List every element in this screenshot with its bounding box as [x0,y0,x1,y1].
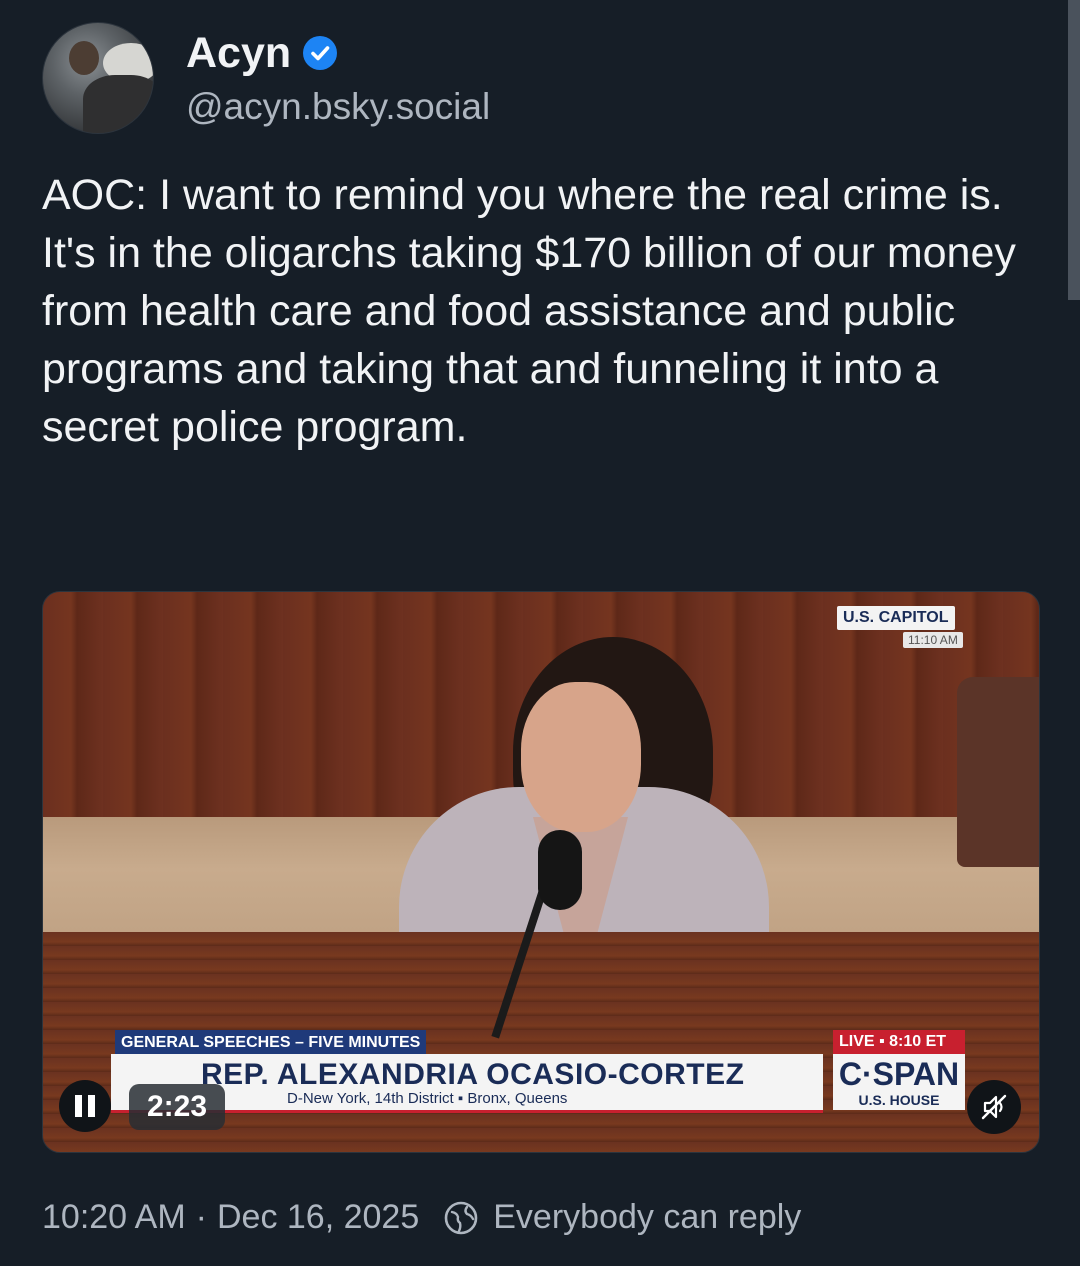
meta-separator: · [195,1198,207,1236]
chyron-subtitle: D-New York, 14th District ▪ Bronx, Queen… [287,1090,568,1107]
network-name: C·SPAN [838,1056,960,1092]
network-logo: C·SPAN U.S. HOUSE [833,1054,965,1110]
reply-setting[interactable]: Everybody can reply [493,1198,801,1237]
scrollbar[interactable] [1068,0,1080,300]
video-time-remaining: 2:23 [129,1084,226,1130]
avatar[interactable] [42,22,154,134]
pause-button[interactable] [59,1080,111,1132]
pause-icon [75,1095,82,1117]
location-overlay: U.S. CAPITOL [837,606,955,630]
display-name[interactable]: Acyn [186,29,291,78]
video-player[interactable]: U.S. CAPITOL 11:10 AM GENERAL SPEECHES –… [42,591,1040,1153]
post-author[interactable]: Acyn @acyn.bsky.social [42,22,490,134]
muted-speaker-icon [981,1094,1007,1120]
post-meta: 10:20 AM · Dec 16, 2025 Everybody can re… [42,1198,801,1237]
location-time-overlay: 11:10 AM [903,632,963,648]
post-text: AOC: I want to remind you where the real… [42,171,1016,451]
live-badge: LIVE ▪ 8:10 ET [833,1030,965,1054]
chyron-name: REP. ALEXANDRIA OCASIO-CORTEZ [201,1058,745,1091]
mute-toggle-button[interactable] [967,1080,1021,1134]
author-handle[interactable]: @acyn.bsky.social [186,86,490,128]
verified-check-icon[interactable] [303,36,338,70]
network-sub: U.S. HOUSE [858,1092,940,1108]
post-time[interactable]: 10:20 AM [42,1198,186,1237]
display-name-row[interactable]: Acyn [186,29,490,78]
chyron-category: GENERAL SPEECHES – FIVE MINUTES [115,1030,427,1056]
post-date[interactable]: Dec 16, 2025 [217,1198,419,1237]
author-names: Acyn @acyn.bsky.social [186,29,490,128]
microphone [538,830,582,910]
globe-icon [444,1201,478,1234]
